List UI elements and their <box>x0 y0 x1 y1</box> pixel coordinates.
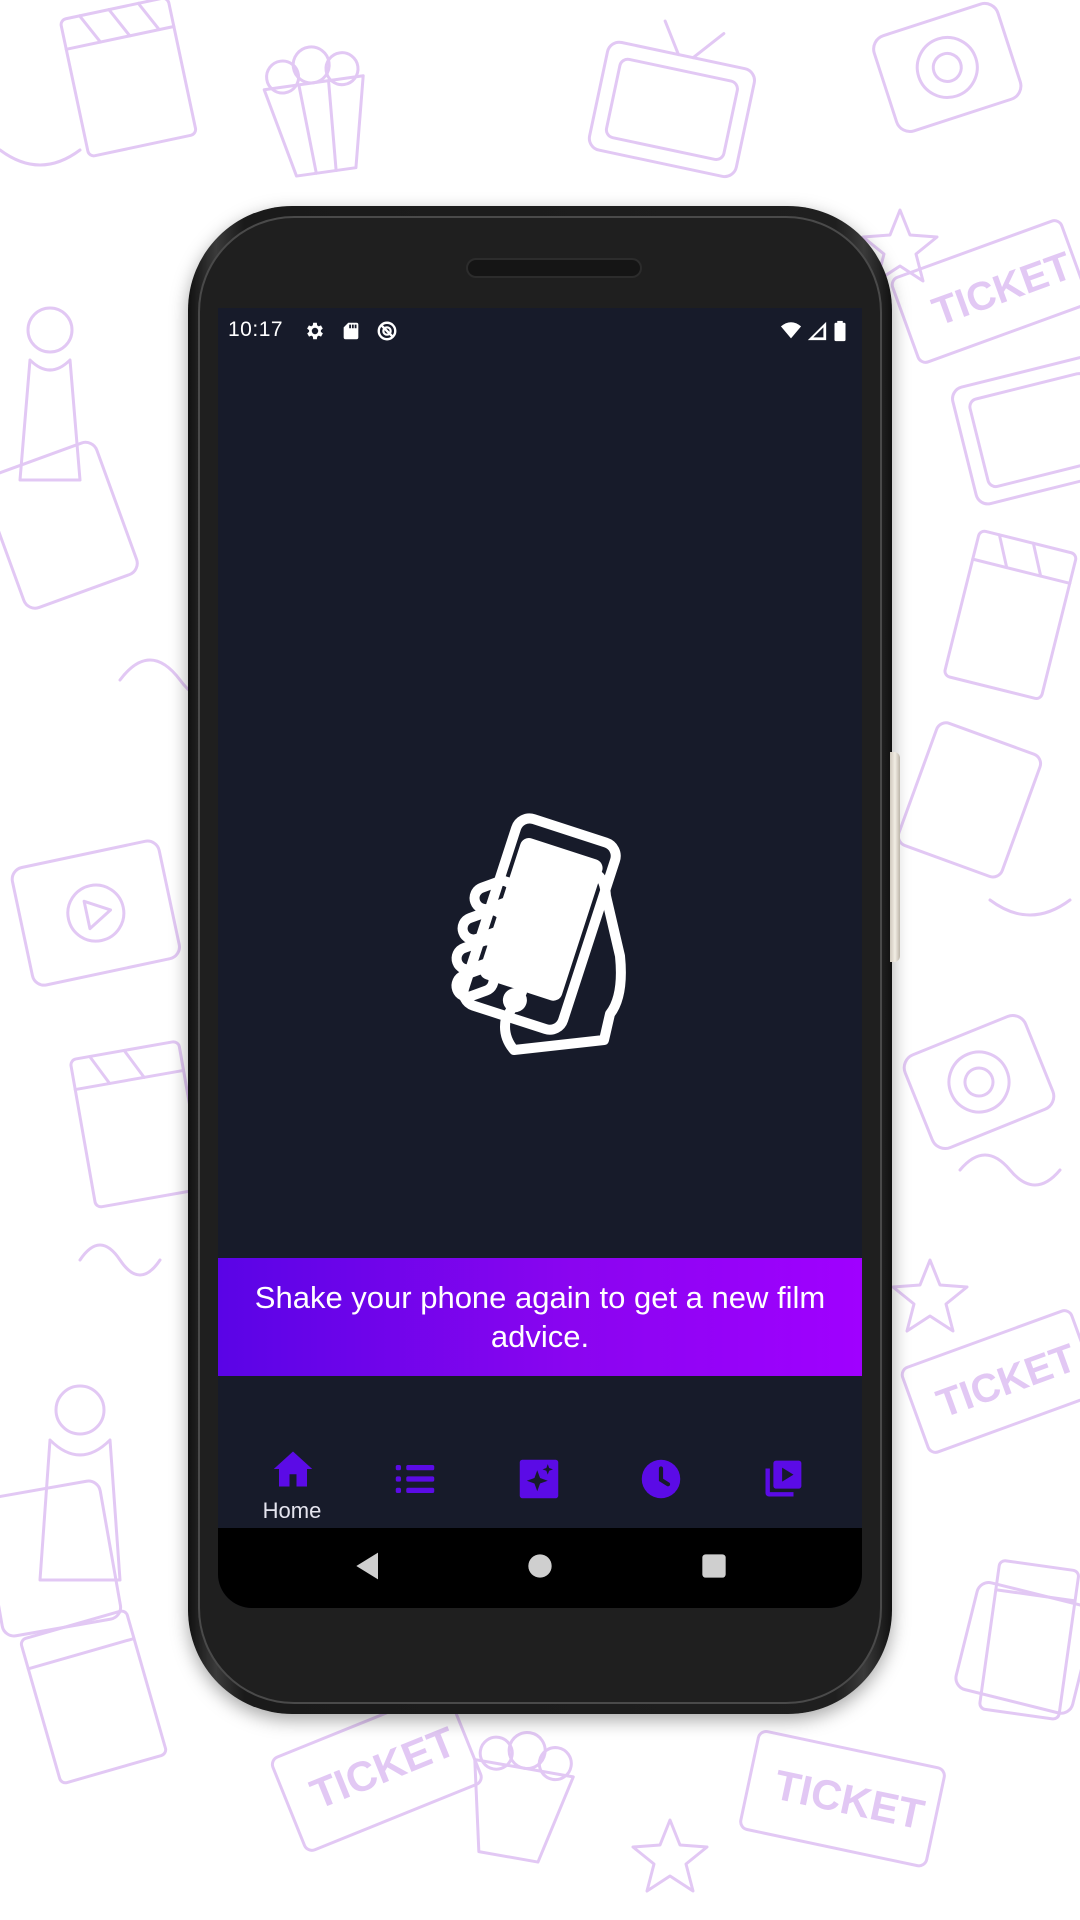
system-navigation-bar <box>218 1528 862 1608</box>
status-bar: 10:17 <box>218 308 862 352</box>
home-icon <box>273 1451 313 1487</box>
wifi-icon <box>780 322 802 339</box>
svg-text:TICKET: TICKET <box>304 1717 463 1818</box>
back-icon[interactable] <box>348 1546 388 1586</box>
sd-card-icon <box>343 322 359 340</box>
clock-icon <box>641 1459 681 1499</box>
phone-side-button <box>890 752 900 962</box>
video-library-icon <box>765 1460 802 1497</box>
home-circle-icon[interactable] <box>520 1546 560 1586</box>
status-time: 10:17 <box>228 318 284 341</box>
nav-item-home[interactable]: Home <box>232 1438 352 1528</box>
sync-disabled-icon <box>377 321 397 341</box>
nav-item-list[interactable] <box>354 1438 474 1528</box>
battery-icon <box>834 320 846 342</box>
bottom-navigation: Home <box>218 1438 862 1528</box>
cell-signal-icon <box>807 321 827 341</box>
shake-message-banner: Shake your phone again to get a new film… <box>218 1258 862 1376</box>
recents-icon[interactable] <box>694 1546 734 1586</box>
list-icon <box>395 1465 435 1493</box>
settings-icon <box>307 322 323 340</box>
app-screen: 10:17 Shake your phone again to get a ne… <box>218 308 862 1608</box>
shake-message-text: Shake your phone again to get a new film… <box>254 1280 826 1354</box>
svg-text:TICKET: TICKET <box>770 1761 928 1839</box>
nav-item-discover[interactable] <box>478 1438 598 1528</box>
sparkle-icon <box>519 1459 559 1499</box>
phone-speaker <box>466 258 642 278</box>
nav-item-video-library[interactable] <box>722 1438 842 1528</box>
nav-label-home: Home <box>262 1498 322 1523</box>
shake-phone-hand-icon <box>451 813 626 1055</box>
nav-item-history[interactable] <box>600 1438 720 1528</box>
